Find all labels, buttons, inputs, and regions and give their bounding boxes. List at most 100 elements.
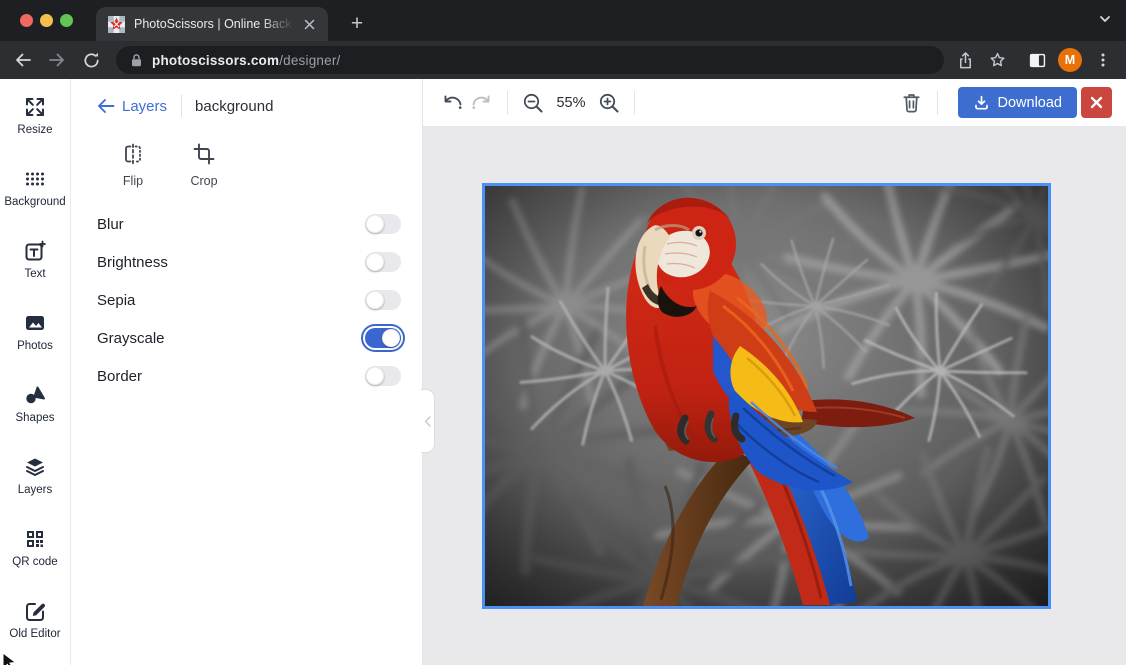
browser-tab[interactable]: PhotoScissors | Online Backgro (96, 7, 328, 41)
panel-collapse-handle[interactable] (421, 389, 435, 453)
mouse-cursor (2, 652, 17, 665)
sidebar-label: Resize (17, 124, 52, 136)
text-icon (23, 239, 47, 263)
reload-button[interactable] (76, 45, 106, 75)
toggle-label: Sepia (97, 292, 365, 309)
panel-header: Layers background (97, 95, 422, 117)
toggle-label: Border (97, 368, 365, 385)
photoscissors-app: Resize Background Text (0, 79, 1126, 665)
browser-window: PhotoScissors | Online Backgro + photosc… (0, 0, 1126, 665)
back-to-layers-link[interactable]: Layers (97, 98, 167, 115)
photoscissors-favicon (108, 16, 125, 33)
sidebar-item-background[interactable]: Background (0, 151, 70, 223)
grayscale-toggle[interactable] (365, 328, 401, 348)
brightness-toggle[interactable] (365, 252, 401, 272)
tool-row: Flip Crop (105, 141, 422, 188)
sidebar-label: Background (4, 196, 65, 208)
sidebar-item-old-editor[interactable]: Old Editor (0, 583, 70, 655)
close-x-icon (1090, 96, 1103, 109)
tab-close-icon[interactable] (301, 16, 318, 33)
back-button[interactable] (8, 45, 38, 75)
background-icon (23, 167, 47, 191)
layers-icon (23, 455, 47, 479)
toggle-label: Brightness (97, 254, 365, 271)
flip-button[interactable]: Flip (105, 141, 161, 188)
close-editor-button[interactable] (1081, 87, 1112, 118)
zoom-in-button[interactable] (594, 88, 624, 118)
sidebar-item-shapes[interactable]: Shapes (0, 367, 70, 439)
sidebar-label: Text (24, 268, 45, 280)
crop-label: Crop (190, 174, 217, 188)
forward-button[interactable] (42, 45, 72, 75)
crop-icon (191, 141, 217, 167)
tab-title: PhotoScissors | Online Backgro (134, 17, 297, 31)
zoom-level: 55% (548, 95, 594, 111)
lock-icon (130, 53, 143, 68)
trash-icon (900, 91, 923, 114)
url-domain: photoscissors.com (152, 53, 279, 68)
redo-button[interactable] (467, 88, 497, 118)
toggle-row-sepia: Sepia (71, 281, 422, 319)
toggle-label: Grayscale (97, 330, 365, 347)
sidebar-item-qr-code[interactable]: QR code (0, 511, 70, 583)
filter-toggles: Blur Brightness Sepia Grayscale Border (71, 205, 422, 395)
download-label: Download (998, 95, 1063, 111)
photos-icon (23, 311, 47, 335)
toggle-row-brightness: Brightness (71, 243, 422, 281)
toolbar-divider (634, 91, 635, 115)
macos-close-button[interactable] (20, 14, 33, 27)
sidebar: Resize Background Text (0, 79, 71, 665)
undo-button[interactable] (437, 88, 467, 118)
address-bar[interactable]: photoscissors.com/designer/ (116, 46, 944, 74)
browser-titlebar: PhotoScissors | Online Backgro + (0, 0, 1126, 41)
toolbar-divider (937, 91, 938, 115)
crop-button[interactable]: Crop (176, 141, 232, 188)
zoom-out-button[interactable] (518, 88, 548, 118)
sidebar-label: QR code (12, 556, 57, 568)
collapse-chevron-icon (424, 416, 431, 427)
sidebar-label: Shapes (15, 412, 54, 424)
sidebar-label: Layers (18, 484, 53, 496)
layer-properties-panel: Layers background Flip (71, 79, 423, 665)
old-editor-icon (23, 599, 47, 623)
sidebar-item-photos[interactable]: Photos (0, 295, 70, 367)
url-path: /designer/ (279, 53, 340, 68)
macos-maximize-button[interactable] (60, 14, 73, 27)
canvas-image[interactable] (482, 183, 1051, 609)
sidebar-label: Photos (17, 340, 53, 352)
side-panel-icon[interactable] (1022, 45, 1052, 75)
design-canvas (423, 126, 1126, 665)
editor-toolbar: 55% (423, 79, 1126, 126)
delete-layer-button[interactable] (897, 88, 927, 118)
toggle-row-grayscale: Grayscale (71, 319, 422, 357)
flip-label: Flip (123, 174, 143, 188)
new-tab-button[interactable]: + (342, 9, 372, 39)
bookmark-star-icon[interactable] (982, 45, 1012, 75)
sidebar-label: Old Editor (9, 628, 60, 640)
profile-avatar[interactable]: M (1058, 48, 1082, 72)
qr-code-icon (23, 527, 47, 551)
download-button[interactable]: Download (958, 87, 1078, 118)
flip-icon (120, 141, 146, 167)
sepia-toggle[interactable] (365, 290, 401, 310)
tab-search-chevron-icon[interactable] (1098, 12, 1112, 31)
url-text: photoscissors.com/designer/ (152, 53, 340, 68)
layer-name: background (195, 98, 273, 115)
macos-minimize-button[interactable] (40, 14, 53, 27)
toggle-label: Blur (97, 216, 365, 233)
editor-area: 55% (423, 79, 1126, 665)
shapes-icon (23, 383, 47, 407)
toggle-row-border: Border (71, 357, 422, 395)
resize-icon (23, 95, 47, 119)
border-toggle[interactable] (365, 366, 401, 386)
sidebar-item-text[interactable]: Text (0, 223, 70, 295)
share-icon[interactable] (950, 45, 980, 75)
back-label: Layers (122, 98, 167, 115)
sidebar-item-resize[interactable]: Resize (0, 79, 70, 151)
blur-toggle[interactable] (365, 214, 401, 234)
back-arrow-icon (97, 98, 115, 114)
download-icon (973, 94, 990, 111)
browser-toolbar: photoscissors.com/designer/ M (0, 41, 1126, 79)
sidebar-item-layers[interactable]: Layers (0, 439, 70, 511)
browser-menu-icon[interactable] (1088, 45, 1118, 75)
